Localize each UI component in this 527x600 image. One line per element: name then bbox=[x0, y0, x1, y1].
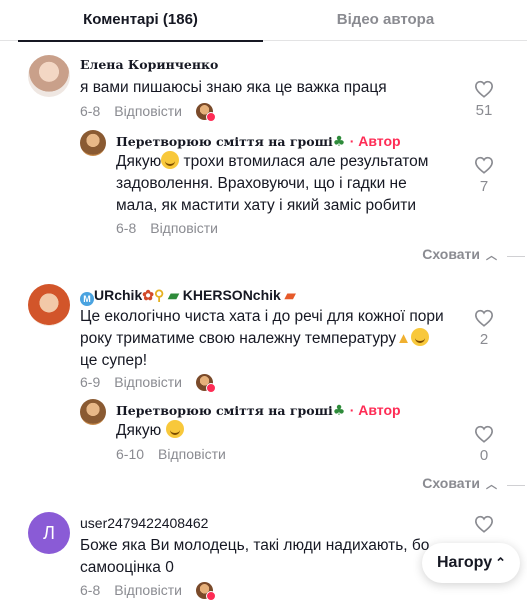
reply-username[interactable]: Перетворюю сміття на гроші♣ · Автор bbox=[116, 133, 401, 150]
comment-username[interactable]: user2479422408462 bbox=[80, 515, 208, 531]
reply-username[interactable]: Перетворюю сміття на гроші♣ · Автор bbox=[116, 402, 401, 419]
like-button[interactable]: 51 bbox=[469, 80, 499, 119]
double-chevron-up-icon: ⌃ bbox=[495, 555, 506, 570]
comment-username[interactable]: Елена Коринченко bbox=[80, 57, 218, 72]
like-count: 7 bbox=[479, 178, 489, 195]
thumbs-up-icon: ▲ bbox=[396, 330, 411, 347]
heart-outline-icon bbox=[474, 425, 494, 443]
bulb-icon: ⚲ bbox=[153, 287, 165, 303]
creator-liked-avatar bbox=[196, 374, 216, 393]
comment-meta: 6-8 Відповісти bbox=[80, 103, 216, 122]
paw-icon: ✿ bbox=[142, 287, 154, 303]
reply-button[interactable]: Відповісти bbox=[150, 220, 218, 236]
comment-text: Боже яка Ви молодець, такі люди надихают… bbox=[80, 537, 430, 576]
like-button[interactable]: 7 bbox=[469, 156, 499, 195]
heart-outline-icon bbox=[474, 80, 494, 98]
reply-text: Дякую трохи втомилася але результатом за… bbox=[116, 151, 429, 214]
smiling-face-icon bbox=[161, 151, 180, 169]
comments-tabs: Коментарі (186) Відео автора bbox=[0, 0, 527, 42]
avatar[interactable]: Л bbox=[28, 512, 70, 554]
comment-text: Це екологічно чиста хата і до речі для к… bbox=[80, 308, 444, 369]
truck-icon: ▰ bbox=[284, 287, 296, 303]
globe-icon: M bbox=[80, 292, 94, 306]
comment-username[interactable]: M URchik✿⚲ ▰ KHERSONchik ▰ bbox=[80, 287, 296, 306]
reply-text: Дякую bbox=[116, 420, 184, 442]
chevron-up-icon: ︿ bbox=[486, 479, 497, 491]
heart-outline-icon bbox=[474, 156, 494, 174]
comment-date: 6-8 bbox=[80, 582, 101, 598]
like-button[interactable]: 0 bbox=[469, 425, 499, 464]
like-button[interactable]: 2 bbox=[469, 309, 499, 348]
reply-button[interactable]: Відповісти bbox=[114, 374, 182, 390]
reply-button[interactable]: Відповісти bbox=[114, 582, 182, 598]
comment-date: 6-10 bbox=[116, 446, 145, 462]
tab-creator-videos[interactable]: Відео автора bbox=[263, 0, 508, 41]
author-badge: · Автор bbox=[349, 133, 401, 149]
smiling-face-icon bbox=[165, 420, 184, 438]
author-badge: · Автор bbox=[349, 402, 401, 418]
comment-date: 6-8 bbox=[80, 103, 101, 119]
comment-meta: 6-8 Відповісти bbox=[80, 582, 216, 600]
reply-button[interactable]: Відповісти bbox=[158, 446, 226, 462]
like-count: 51 bbox=[475, 102, 493, 119]
clover-icon: ♣ bbox=[332, 403, 346, 419]
reply-meta: 6-10 Відповісти bbox=[116, 446, 226, 462]
clover-icon: ♣ bbox=[332, 134, 346, 150]
comment-date: 6-9 bbox=[80, 374, 101, 390]
smiling-face-icon bbox=[410, 328, 429, 346]
divider bbox=[507, 256, 525, 257]
truck-icon: ▰ bbox=[168, 287, 179, 303]
creator-liked-avatar bbox=[196, 582, 216, 600]
comment-meta: 6-9 Відповісти bbox=[80, 374, 216, 393]
comment-date: 6-8 bbox=[116, 220, 137, 236]
like-count: 0 bbox=[479, 447, 489, 464]
comment-text: я вами пишаюсьі знаю яка це важка праця bbox=[80, 79, 387, 96]
avatar[interactable] bbox=[28, 284, 70, 326]
like-button[interactable] bbox=[469, 515, 499, 533]
tab-comments[interactable]: Коментарі (186) bbox=[18, 0, 263, 42]
avatar[interactable] bbox=[28, 55, 70, 97]
reply-meta: 6-8 Відповісти bbox=[116, 220, 218, 236]
avatar[interactable] bbox=[80, 399, 106, 425]
hide-replies-button[interactable]: Сховати ︿ bbox=[422, 475, 497, 492]
reply-button[interactable]: Відповісти bbox=[114, 103, 182, 119]
avatar[interactable] bbox=[80, 130, 106, 156]
hide-replies-button[interactable]: Сховати ︿ bbox=[422, 246, 497, 263]
creator-liked-avatar bbox=[196, 103, 216, 122]
divider bbox=[507, 485, 525, 486]
heart-outline-icon bbox=[474, 515, 494, 533]
heart-outline-icon bbox=[474, 309, 494, 327]
like-count: 2 bbox=[479, 331, 489, 348]
chevron-up-icon: ︿ bbox=[486, 250, 497, 262]
back-to-top-button[interactable]: Нагору ⌃ bbox=[422, 543, 520, 583]
